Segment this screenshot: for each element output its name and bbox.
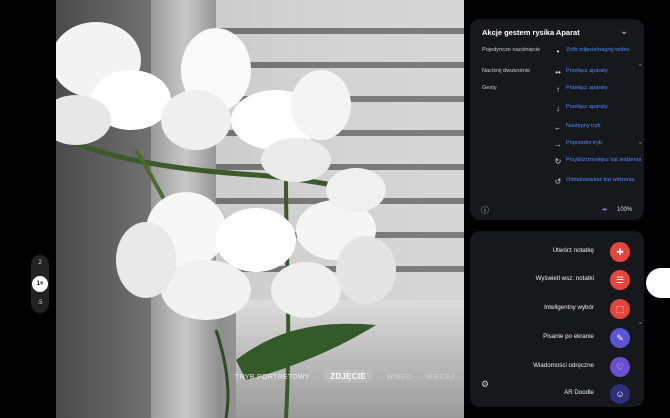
orchid-flowers — [56, 22, 396, 418]
air-command-item[interactable]: Wyświetl wsz. notatki ☰ — [470, 269, 644, 291]
air-command-label: Wyświetl wsz. notatki — [535, 275, 594, 282]
spen-gesture-panel: Akcje gestem rysika Aparat ⌄ Pojedyncze … — [470, 19, 644, 220]
gesture-action[interactable]: Następny tryb — [566, 123, 642, 130]
ar-doodle-icon[interactable]: ☺ — [610, 384, 630, 404]
gesture-row[interactable]: ↺ Oddal/zwiększ kąt widzenia — [482, 177, 642, 195]
zoom-1x[interactable]: 1× — [32, 276, 48, 292]
gesture-action[interactable]: Poprzedni tryb — [566, 140, 642, 147]
air-command-item[interactable]: Utwórz notatkę ✚ — [470, 241, 644, 263]
gesture-row[interactable]: ← Następny tryb — [482, 123, 642, 141]
gesture-action[interactable]: Przełącz aparaty — [566, 68, 642, 75]
note-add-icon[interactable]: ✚ — [610, 242, 630, 262]
mode-photo[interactable]: ZDJĘCIE — [324, 370, 373, 383]
gesture-action[interactable]: Przełącz aparaty — [566, 85, 642, 92]
air-command-label: Utwórz notatkę — [552, 247, 594, 254]
air-command-item[interactable]: Inteligentny wybór ⬚ — [470, 298, 644, 320]
notes-list-icon[interactable]: ☰ — [610, 270, 630, 290]
gesture-row[interactable]: ↓ Przełącz aparaty — [482, 104, 642, 122]
gesture-label: Naciśnij dwukrotnie — [482, 68, 531, 74]
side-control-icon[interactable]: ◦ — [639, 320, 641, 327]
air-command-label: Wiadomości odręczne — [533, 362, 594, 369]
side-control-icon[interactable]: ◦ — [639, 62, 641, 69]
rotate-cw-icon: ↻ — [554, 157, 562, 166]
rotate-ccw-icon: ↺ — [554, 177, 562, 186]
gesture-label: Pojedyncze naciśnięcie — [482, 47, 541, 53]
help-icon[interactable]: ⓘ — [481, 205, 489, 216]
air-command-item[interactable]: AR Doodle ☺ — [470, 383, 644, 405]
air-command-label: Inteligentny wybór — [544, 304, 594, 311]
gesture-row[interactable]: Gesty ↑ Przełącz aparaty — [482, 85, 642, 103]
gesture-action[interactable]: Przełącz aparaty — [566, 104, 642, 111]
gesture-row[interactable]: → Poprzedni tryb — [482, 140, 642, 158]
air-command-panel: Utwórz notatkę ✚ Wyświetl wsz. notatki ☰… — [470, 231, 644, 407]
arrow-left-icon: ← — [554, 123, 562, 132]
screen-write-icon[interactable]: ✎ — [610, 328, 630, 348]
gear-icon[interactable]: ⚙ — [481, 379, 489, 390]
gesture-row[interactable]: Pojedyncze naciśnięcie • Zrób zdjęcie/na… — [482, 47, 642, 65]
gesture-action[interactable]: Przybliż/zmniejsz kąt widzenia — [566, 157, 642, 164]
camera-viewfinder[interactable] — [56, 0, 464, 418]
arrow-up-icon: ↑ — [556, 85, 560, 94]
arrow-right-icon: → — [554, 140, 562, 149]
mode-more[interactable]: WIĘCEJ — [426, 374, 454, 381]
zoom-05x[interactable]: .5 — [31, 300, 49, 306]
air-command-label: AR Doodle — [564, 389, 594, 396]
arrow-down-icon: ↓ — [556, 104, 560, 113]
camera-mode-bar: TRYB PORTRETOWY ZDJĘCIE WIDEO WIĘCEJ — [235, 370, 466, 383]
mode-video[interactable]: WIDEO — [386, 374, 411, 381]
side-control-icon[interactable]: ◦ — [639, 140, 641, 147]
live-message-icon[interactable]: ♡ — [610, 357, 630, 377]
single-dot-icon: • — [556, 47, 560, 56]
mode-portrait[interactable]: TRYB PORTRETOWY — [235, 374, 310, 381]
double-dot-icon: •• — [555, 68, 561, 77]
air-command-item[interactable]: Pisanie po ekranie ✎ — [470, 327, 644, 349]
gesture-action[interactable]: Zrób zdjęcie/nagraj wideo — [566, 47, 642, 54]
gesture-label: Gesty — [482, 85, 497, 91]
panel-title: Akcje gestem rysika Aparat — [482, 28, 580, 37]
gesture-row[interactable]: ↻ Przybliż/zmniejsz kąt widzenia — [482, 157, 642, 175]
pen-battery: 100% — [617, 207, 633, 213]
air-command-label: Pisanie po ekranie — [543, 333, 594, 340]
chevron-down-icon[interactable]: ⌄ — [620, 26, 628, 37]
smart-select-icon[interactable]: ⬚ — [610, 299, 630, 319]
gesture-action[interactable]: Oddal/zwiększ kąt widzenia — [566, 177, 642, 184]
zoom-selector[interactable]: 2 1× .5 — [31, 255, 49, 313]
pen-icon: ✒ — [602, 207, 608, 214]
zoom-2x[interactable]: 2 — [31, 260, 49, 266]
gesture-row[interactable]: Naciśnij dwukrotnie •• Przełącz aparaty — [482, 68, 642, 86]
air-command-item[interactable]: Wiadomości odręczne ♡ — [470, 356, 644, 378]
shutter-button[interactable] — [646, 268, 670, 298]
